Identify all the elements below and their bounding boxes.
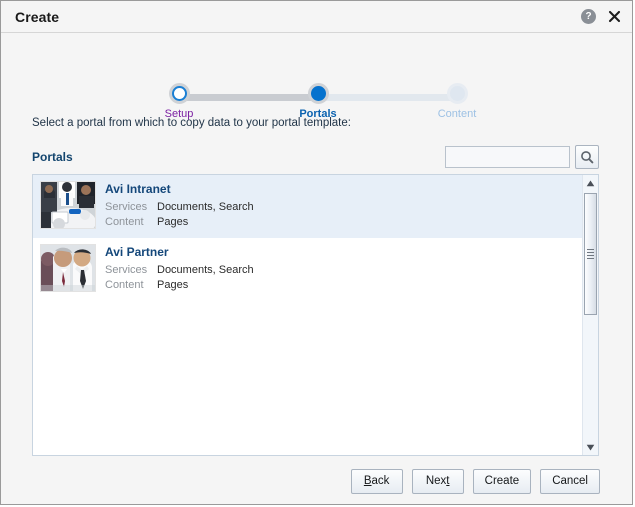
stepper-label-setup[interactable]: Setup — [136, 108, 222, 121]
search-button[interactable] — [575, 145, 599, 169]
stepper-step-content: Content — [414, 83, 500, 121]
portal-content-row: Content Pages — [105, 215, 254, 229]
content-value: Pages — [157, 279, 189, 291]
portal-thumbnail-businessmen — [40, 244, 96, 292]
portal-content-row: Content Pages — [105, 278, 254, 292]
help-icon[interactable]: ? — [581, 9, 596, 24]
close-icon[interactable] — [606, 9, 622, 25]
dialog-titlebar: Create ? — [1, 1, 632, 33]
content-label: Content — [105, 279, 144, 291]
stepper-label-content: Content — [437, 108, 477, 120]
titlebar-actions: ? — [581, 9, 622, 25]
portal-list: Avi Intranet Services Documents, Search … — [33, 175, 582, 455]
dialog-footer: Back Next Create Cancel — [1, 458, 632, 504]
scrollbar-thumb[interactable] — [584, 193, 597, 315]
list-item[interactable]: Avi Partner Services Documents, Search C… — [33, 238, 582, 301]
create-dialog: Create ? Setup Portals Content Select a … — [0, 0, 633, 505]
next-button[interactable]: Next — [411, 468, 464, 494]
portal-list-panel: Avi Intranet Services Documents, Search … — [32, 174, 599, 456]
portals-label: Portals — [32, 150, 73, 164]
stepper-dot-setup — [168, 83, 190, 104]
cancel-button-label: Cancel — [552, 475, 588, 487]
portal-name[interactable]: Avi Intranet — [105, 182, 254, 197]
vertical-scrollbar[interactable] — [582, 175, 598, 455]
stepper-step-setup[interactable]: Setup — [136, 83, 222, 121]
portal-thumbnail-meeting-table — [40, 181, 96, 229]
cancel-button[interactable]: Cancel — [540, 468, 600, 494]
create-button[interactable]: Create — [472, 468, 532, 494]
dialog-title: Create — [15, 8, 60, 25]
portal-name[interactable]: Avi Partner — [105, 245, 254, 260]
portal-info: Avi Partner Services Documents, Search C… — [105, 244, 254, 292]
content-label: Content — [105, 216, 144, 228]
scrollbar-grip-icon — [587, 247, 594, 261]
stepper-label-portals[interactable]: Portals — [275, 108, 361, 121]
portal-services-row: Services Documents, Search — [105, 263, 254, 277]
portal-info: Avi Intranet Services Documents, Search … — [105, 181, 254, 229]
scrollbar-track[interactable] — [583, 191, 598, 439]
search-group — [445, 145, 599, 169]
scroll-up-arrow-icon[interactable] — [583, 175, 598, 191]
portal-services-row: Services Documents, Search — [105, 200, 254, 214]
back-button-label: Back — [363, 475, 390, 487]
services-label: Services — [105, 264, 148, 276]
stepper-dot-portals — [307, 83, 329, 104]
list-header: Portals — [1, 145, 632, 169]
back-button[interactable]: Back — [350, 468, 403, 494]
search-input[interactable] — [445, 146, 570, 168]
services-label: Services — [105, 201, 148, 213]
wizard-stepper: Setup Portals Content — [1, 41, 632, 120]
next-button-label: Next — [425, 475, 450, 487]
services-value: Documents, Search — [157, 264, 254, 276]
scroll-down-arrow-icon[interactable] — [583, 439, 598, 455]
stepper-dot-content — [446, 83, 468, 104]
stepper-step-portals[interactable]: Portals — [275, 83, 361, 121]
create-button-label: Create — [484, 475, 520, 487]
content-value: Pages — [157, 216, 189, 228]
dialog-body: Setup Portals Content Select a portal fr… — [1, 33, 632, 504]
services-value: Documents, Search — [157, 201, 254, 213]
list-item[interactable]: Avi Intranet Services Documents, Search … — [33, 175, 582, 238]
